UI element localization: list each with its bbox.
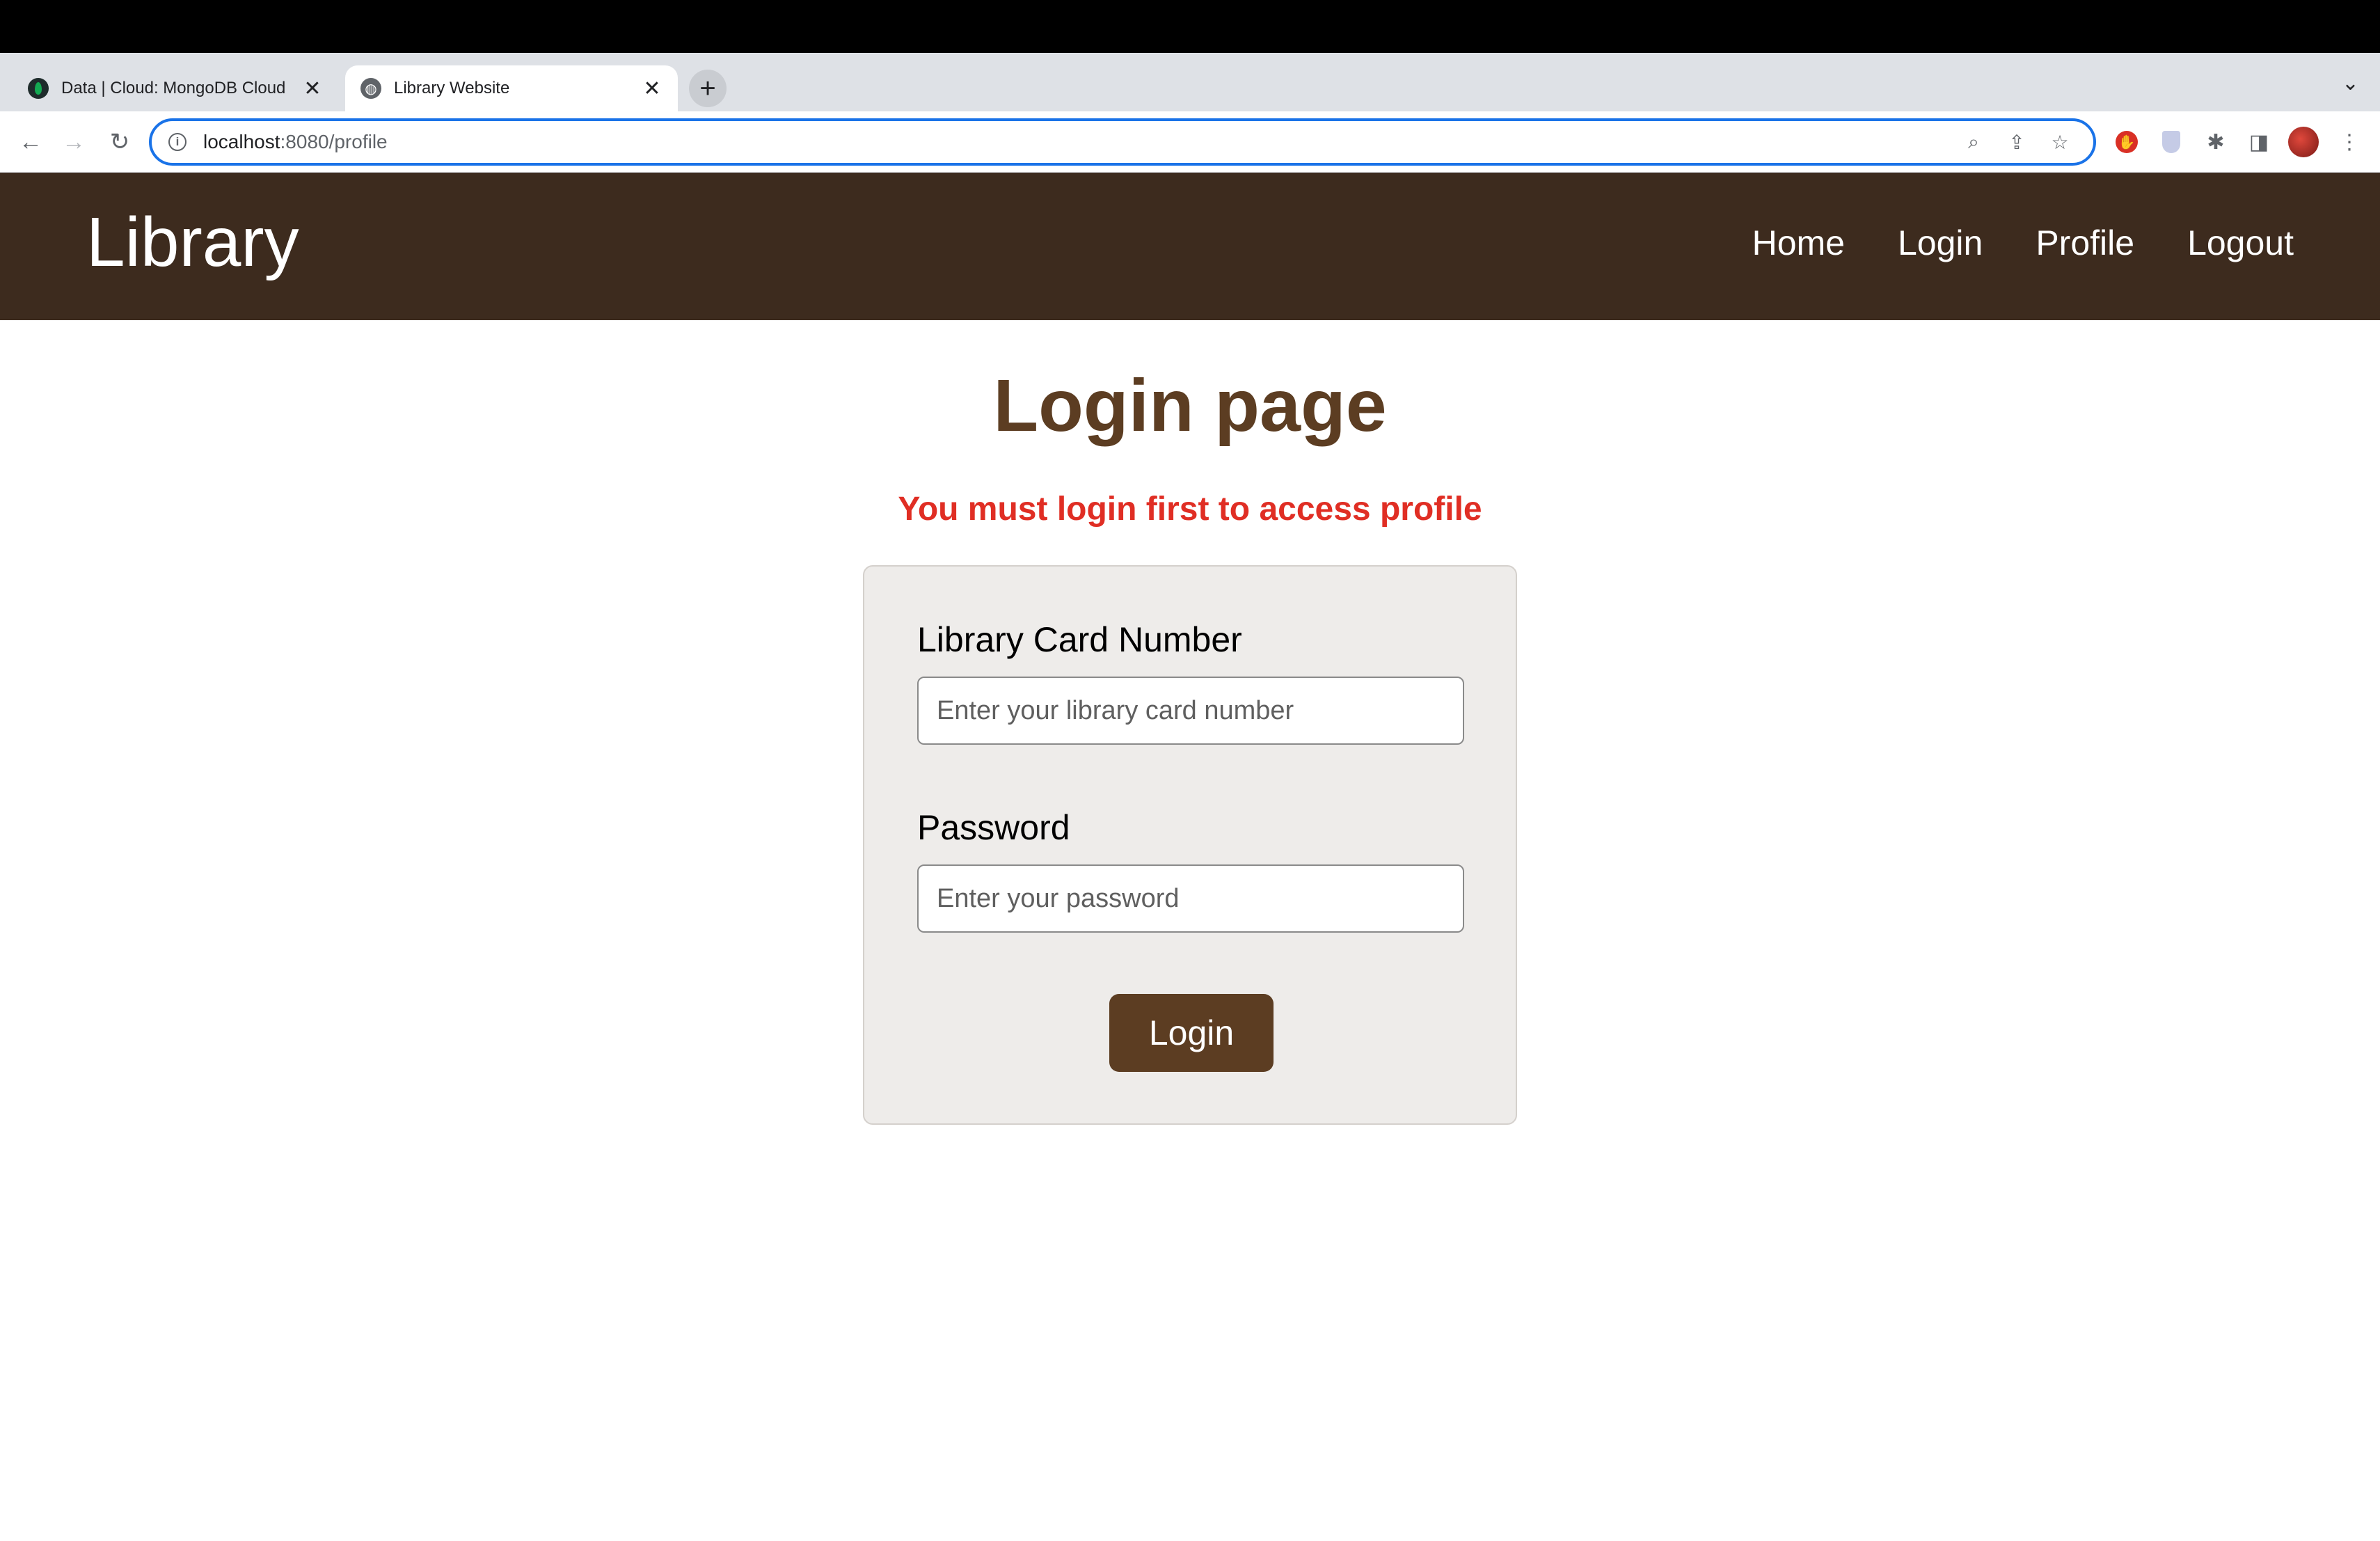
- extension-shield-icon[interactable]: [2156, 127, 2187, 157]
- site-brand[interactable]: Library: [86, 207, 299, 277]
- nav-link-logout[interactable]: Logout: [2187, 226, 2294, 260]
- card-number-input[interactable]: [917, 677, 1464, 745]
- browser-tab-strip: Data | Cloud: MongoDB Cloud ✕ ◍ Library …: [0, 53, 2380, 111]
- tab-label: Data | Cloud: MongoDB Cloud: [61, 79, 286, 97]
- password-input[interactable]: [917, 864, 1464, 933]
- tab-search-chevron-icon[interactable]: ⌄: [2342, 71, 2359, 95]
- close-icon[interactable]: ✕: [302, 77, 323, 101]
- tab-mongodb-cloud[interactable]: Data | Cloud: MongoDB Cloud ✕: [13, 65, 338, 111]
- bookmark-star-icon[interactable]: ☆: [2043, 131, 2077, 154]
- back-arrow-icon[interactable]: ←: [15, 127, 46, 157]
- page-title: Login page: [993, 365, 1387, 447]
- forward-arrow-icon[interactable]: →: [58, 127, 89, 157]
- address-bar[interactable]: i localhost:8080/profile ⌕ ⇪ ☆: [149, 118, 2096, 166]
- kebab-menu-icon[interactable]: ⋮: [2334, 127, 2365, 157]
- extensions-puzzle-icon[interactable]: ✱: [2200, 127, 2231, 157]
- browser-toolbar: ← → ↻ i localhost:8080/profile ⌕ ⇪ ☆ ✋ ✱…: [0, 111, 2380, 173]
- login-form: Library Card Number Password Login: [863, 565, 1517, 1125]
- site-nav: Home Login Profile Logout: [1752, 226, 2294, 260]
- login-button[interactable]: Login: [1109, 994, 1274, 1072]
- nav-link-home[interactable]: Home: [1752, 226, 1845, 260]
- mongodb-leaf-icon: [28, 78, 49, 99]
- nav-link-login[interactable]: Login: [1898, 226, 1983, 260]
- tab-label: Library Website: [394, 79, 510, 97]
- close-icon[interactable]: ✕: [642, 77, 663, 101]
- card-number-label: Library Card Number: [917, 620, 1242, 659]
- new-tab-button[interactable]: +: [689, 70, 727, 107]
- url-text[interactable]: localhost:8080/profile: [203, 131, 1947, 153]
- reload-icon[interactable]: ↻: [104, 127, 135, 157]
- password-label: Password: [917, 808, 1070, 847]
- extension-red-icon[interactable]: ✋: [2111, 127, 2142, 157]
- share-icon[interactable]: ⇪: [2000, 131, 2033, 154]
- zoom-icon[interactable]: ⌕: [1957, 131, 1990, 154]
- os-top-bar: [0, 0, 2380, 53]
- site-info-icon[interactable]: i: [168, 133, 187, 151]
- side-panel-icon[interactable]: ◨: [2244, 127, 2274, 157]
- tab-library-website[interactable]: ◍ Library Website ✕: [345, 65, 678, 111]
- profile-avatar[interactable]: [2288, 127, 2319, 157]
- site-header: Library Home Login Profile Logout: [0, 173, 2380, 320]
- globe-icon: ◍: [360, 78, 381, 99]
- nav-link-profile[interactable]: Profile: [2036, 226, 2134, 260]
- error-message: You must login first to access profile: [898, 491, 1482, 528]
